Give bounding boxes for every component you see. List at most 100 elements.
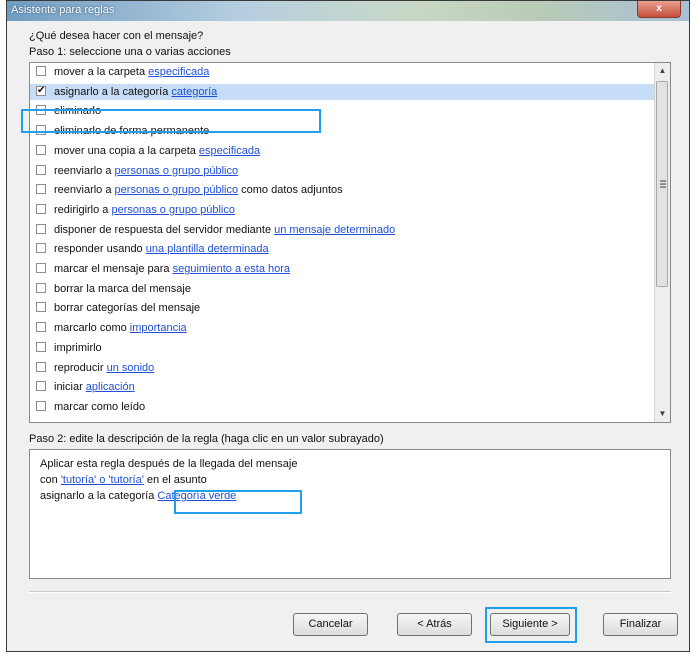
action-checkbox[interactable] [36,302,46,313]
action-item[interactable]: reproducir un sonido [30,360,657,376]
action-item[interactable]: responder usando una plantilla determina… [30,241,657,257]
description-line-1: Aplicar esta regla después de la llegada… [40,458,298,470]
action-checkbox[interactable] [36,263,46,273]
separator [29,591,671,593]
action-checkbox[interactable] [36,243,46,254]
question-label: ¿Qué desea hacer con el mensaje? [29,30,204,42]
category-link[interactable]: Categoría verde [157,490,236,502]
action-checkbox[interactable] [36,105,46,116]
next-button[interactable]: Siguiente > [490,613,570,636]
subject-words-link[interactable]: 'tutoría' o 'tutoría' [61,474,144,486]
action-label: marcarlo como importancia [54,320,187,336]
finish-button[interactable]: Finalizar [603,613,678,636]
description-text: con [40,474,61,486]
scroll-down-arrow-icon[interactable]: ▼ [655,406,670,422]
action-label: marcar el mensaje para seguimiento a est… [54,261,290,277]
action-label: mover a la carpeta especificada [54,64,209,80]
action-label: redirigirlo a personas o grupo público [54,202,235,218]
action-text: como datos adjuntos [238,184,343,197]
action-text: mover a la carpeta [54,66,149,78]
action-item[interactable]: marcar el mensaje para seguimiento a est… [30,261,657,277]
action-text: eliminarlo de forma permanente [54,125,210,138]
action-checkbox[interactable] [36,341,46,352]
action-text: eliminarlo [54,105,102,118]
action-checkbox[interactable] [36,66,46,76]
action-item[interactable]: marcarlo como importancia [30,320,657,336]
action-checkbox[interactable] [36,144,46,155]
action-checkbox[interactable] [36,381,46,392]
action-link[interactable]: seguimiento a esta hora [173,263,290,275]
action-text: marcar como leído [54,400,146,413]
action-label: mover una copia a la carpeta especificad… [54,143,260,159]
action-link[interactable]: importancia [130,322,187,334]
action-text: marcar el mensaje para [54,263,173,275]
action-text: disponer de respuesta del servidor media… [54,223,275,236]
action-item[interactable]: mover una copia a la carpeta especificad… [30,143,657,159]
description-text: en el asunto [143,474,207,486]
action-item[interactable]: reenviarlo a personas o grupo público [30,163,657,179]
action-text: borrar la marca del mensaje [54,282,191,295]
action-link[interactable]: personas o grupo público [115,165,239,177]
action-text: redirigirlo a [54,203,112,216]
action-item[interactable]: borrar categorías del mensaje [30,300,657,316]
action-checkbox[interactable] [36,184,46,195]
title-bar[interactable]: Asistente para reglas x [7,1,689,21]
action-checkbox[interactable] [36,203,46,214]
action-checkbox[interactable] [36,223,46,234]
action-item[interactable]: disponer de respuesta del servidor media… [30,222,657,238]
action-text: mover una copia a la carpeta [54,144,199,157]
action-text: borrar categorías del mensaje [54,302,201,315]
action-item[interactable]: eliminarlo de forma permanente [30,123,657,139]
close-button[interactable]: x [637,1,681,18]
action-link[interactable]: personas o grupo público [115,184,239,196]
action-text: reproducir [54,361,107,374]
action-link[interactable]: categoría [171,86,217,98]
action-label: eliminarlo de forma permanente [54,123,209,139]
action-label: asignarlo a la categoría categoría [54,84,217,100]
grip-icon: ▬ ▬ ▬ [660,178,666,190]
scroll-up-arrow-icon[interactable]: ▲ [655,63,670,79]
actions-listbox[interactable]: mover a la carpeta especificada ✔ asignarl… [29,62,671,423]
action-text: marcarlo como [54,322,130,335]
vertical-scrollbar[interactable]: ▲ ▬ ▬ ▬ ▼ [654,63,670,422]
description-text: asignarlo a la categoría [40,490,158,502]
action-item[interactable]: ✔ asignarlo a la categoría categoría [30,83,657,100]
action-item[interactable]: redirigirlo a personas o grupo público [30,202,657,218]
action-link[interactable]: aplicación [86,381,135,393]
action-checkbox[interactable] [36,322,46,333]
action-label: responder usando una plantilla determina… [54,241,269,257]
action-label: reproducir un sonido [54,360,154,376]
description-line-3: asignarlo a la categoría Categoría verde [40,490,236,502]
step1-label: Paso 1: seleccione una o varias acciones [29,46,231,58]
action-checkbox[interactable] [36,125,46,136]
action-checkbox[interactable] [36,361,46,372]
action-checkbox[interactable] [36,282,46,293]
action-link[interactable]: personas o grupo público [111,204,235,216]
action-label: borrar la marca del mensaje [54,281,191,297]
action-item[interactable]: iniciar aplicación [30,379,657,395]
action-text: reenviarlo a [54,164,115,177]
cancel-button[interactable]: Cancelar [293,613,368,636]
rules-wizard-dialog: Asistente para reglas x ¿Qué desea hacer… [6,0,690,652]
action-item[interactable]: imprimirlo [30,340,657,356]
action-checkbox[interactable] [36,400,46,411]
action-text: reenviarlo a [54,184,115,197]
action-link[interactable]: una plantilla determinada [146,243,269,255]
step2-label: Paso 2: edite la descripción de la regla… [29,433,384,445]
action-item[interactable]: reenviarlo a personas o grupo público co… [30,182,657,198]
action-label: borrar categorías del mensaje [54,300,200,316]
action-link[interactable]: un mensaje determinado [274,224,395,236]
description-line-2: con 'tutoría' o 'tutoría' en el asunto [40,474,207,486]
action-item[interactable]: marcar como leído [30,399,657,415]
action-link[interactable]: especificada [148,66,209,78]
back-button[interactable]: < Atrás [397,613,472,636]
action-link[interactable]: un sonido [107,362,155,374]
action-item[interactable]: borrar la marca del mensaje [30,281,657,297]
rule-description-box: Aplicar esta regla después de la llegada… [29,449,671,579]
action-checkbox[interactable]: ✔ [36,85,46,96]
scrollbar-thumb[interactable]: ▬ ▬ ▬ [656,81,668,287]
action-checkbox[interactable] [36,164,46,175]
action-item[interactable]: eliminarlo [30,103,657,119]
action-link[interactable]: especificada [199,145,260,157]
action-item[interactable]: mover a la carpeta especificada [30,64,657,80]
